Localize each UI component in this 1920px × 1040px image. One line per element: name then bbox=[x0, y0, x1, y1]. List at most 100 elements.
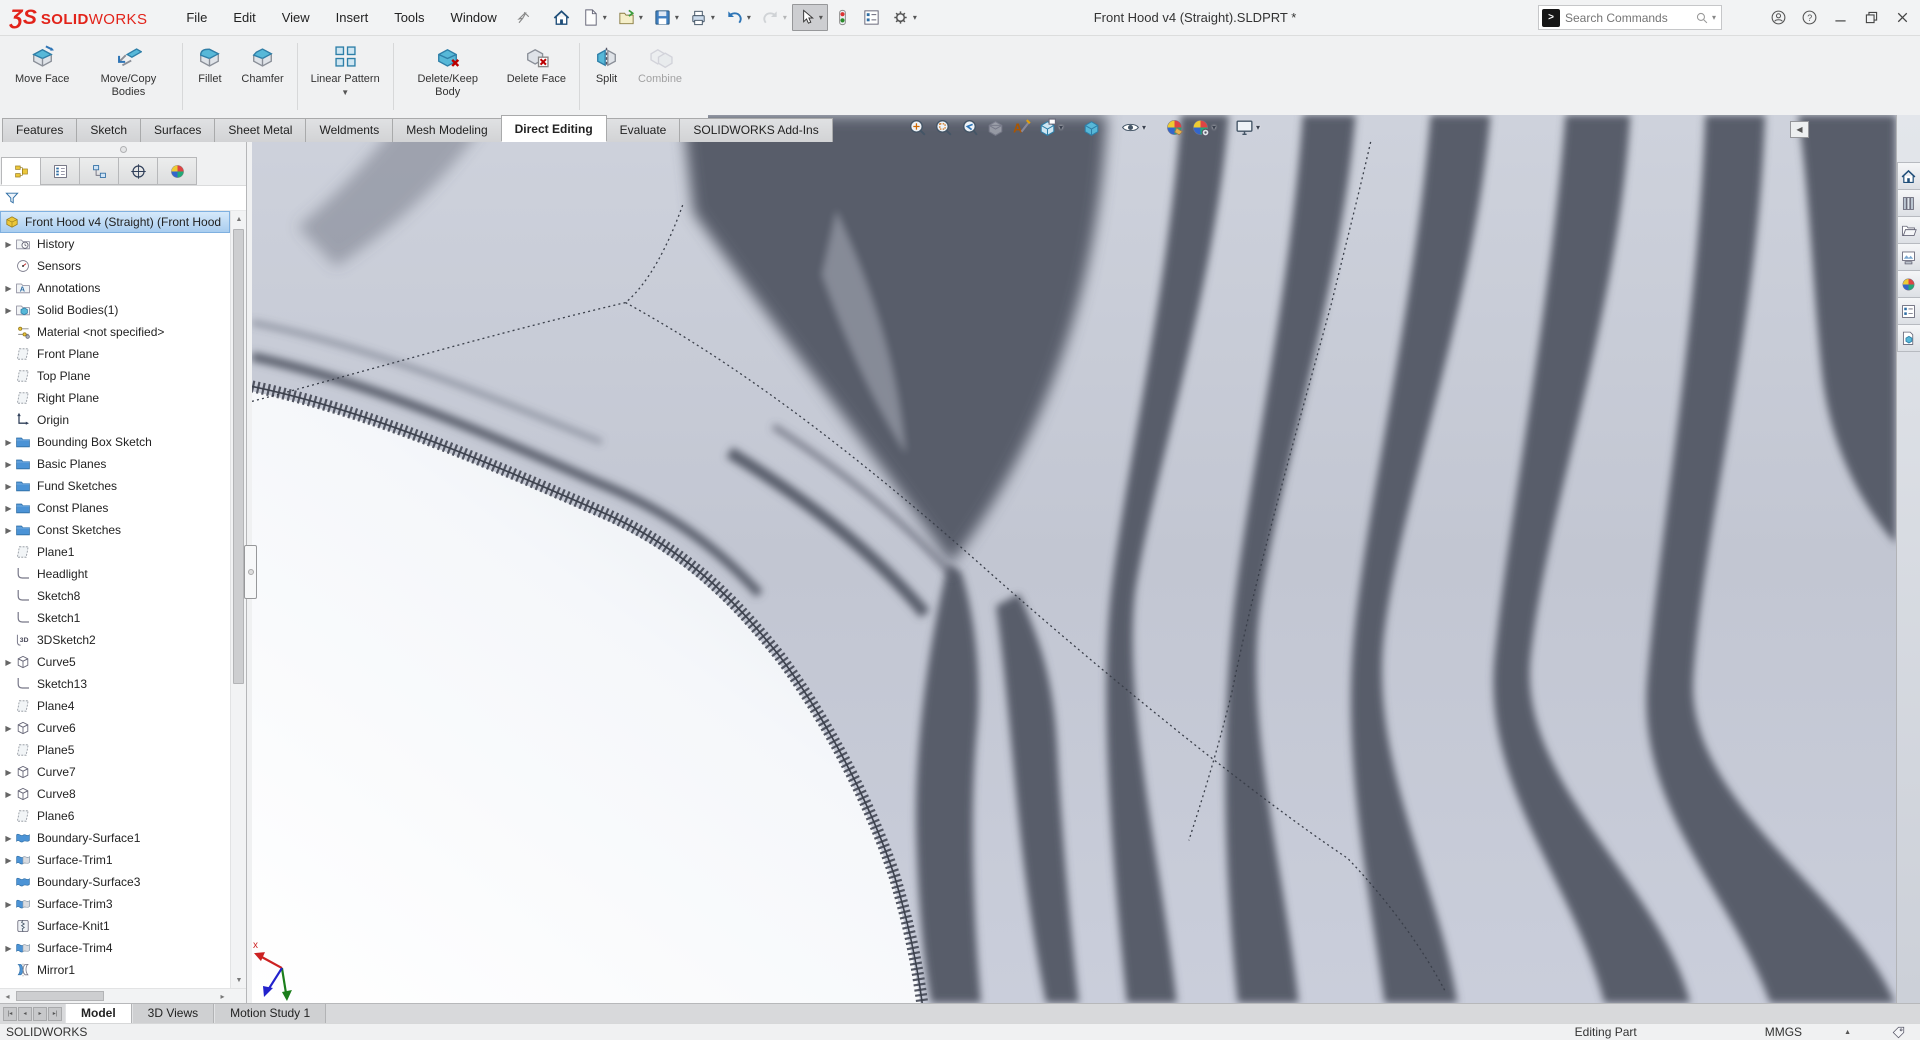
feature-tree-item[interactable]: ▶ Surface-Trim3 bbox=[0, 893, 230, 915]
ribbon-tool[interactable]: Fillet ▼ bbox=[187, 38, 232, 115]
expand-arrow-icon[interactable]: ▶ bbox=[2, 900, 15, 909]
view-orientation-button[interactable]: ▾ bbox=[1035, 116, 1065, 139]
dropdown-caret-icon[interactable]: ▾ bbox=[675, 13, 679, 22]
menu-item[interactable]: File bbox=[173, 1, 220, 35]
ribbon-tool[interactable]: Delete/Keep Body ▼ bbox=[398, 38, 498, 115]
feature-tree-item[interactable]: ▶ Basic Planes bbox=[0, 453, 230, 475]
account-button[interactable] bbox=[1763, 3, 1794, 33]
feature-tree-item[interactable]: ▶ Top Plane bbox=[0, 365, 230, 387]
section-view-button[interactable]: ▾ bbox=[983, 116, 1008, 139]
tags-icon[interactable] bbox=[1891, 1025, 1906, 1040]
expand-arrow-icon[interactable]: ▶ bbox=[2, 306, 15, 315]
feature-tree-item[interactable]: ▶ History bbox=[0, 233, 230, 255]
ribbon-tool[interactable]: Move/Copy Bodies ▼ bbox=[78, 38, 178, 115]
scroll-down-icon[interactable]: ▼ bbox=[231, 972, 246, 988]
feature-tree-item[interactable]: ▶ Fund Sketches bbox=[0, 475, 230, 497]
filter-funnel-icon[interactable] bbox=[4, 190, 20, 206]
command-tab[interactable]: Sketch bbox=[76, 118, 141, 142]
feature-tree-item[interactable]: ▶ Plane6 bbox=[0, 805, 230, 827]
expand-arrow-icon[interactable]: ▶ bbox=[2, 768, 15, 777]
configurationmanager-tab[interactable] bbox=[79, 157, 119, 185]
feature-tree-item[interactable]: ▶ Curve5 bbox=[0, 651, 230, 673]
expand-arrow-icon[interactable]: ▶ bbox=[2, 944, 15, 953]
dropdown-caret-icon[interactable]: ▾ bbox=[913, 13, 917, 22]
feature-tree-item[interactable]: ▶ Curve7 bbox=[0, 761, 230, 783]
command-tab[interactable]: Sheet Metal bbox=[214, 118, 306, 142]
file-explorer-button[interactable] bbox=[1897, 216, 1920, 244]
tab-nav-button[interactable]: ▸| bbox=[48, 1007, 62, 1021]
menu-item[interactable]: View bbox=[269, 1, 323, 35]
tree-vertical-scrollbar[interactable]: ▲ ▼ bbox=[230, 211, 246, 988]
feature-tree-item[interactable]: ▶ Origin bbox=[0, 409, 230, 431]
search-input[interactable] bbox=[1565, 11, 1694, 25]
dropdown-caret-icon[interactable]: ▾ bbox=[603, 13, 607, 22]
feature-tree-item[interactable]: ▶ Surface-Trim1 bbox=[0, 849, 230, 871]
close-button[interactable] bbox=[1887, 3, 1918, 33]
select-button[interactable]: ▾ bbox=[792, 4, 828, 31]
menu-item[interactable]: Insert bbox=[323, 1, 382, 35]
model-tab[interactable]: Motion Study 1 bbox=[214, 1004, 326, 1023]
feature-tree-item[interactable]: ▶ Const Planes bbox=[0, 497, 230, 519]
dropdown-caret-icon[interactable]: ▾ bbox=[1142, 123, 1146, 132]
scrollbar-thumb[interactable] bbox=[16, 991, 104, 1001]
feature-tree-item[interactable]: ▶ Front Plane bbox=[0, 343, 230, 365]
expand-arrow-icon[interactable]: ▶ bbox=[2, 724, 15, 733]
command-tab[interactable]: Direct Editing bbox=[501, 115, 607, 142]
save-button[interactable]: ▾ bbox=[648, 4, 684, 31]
feature-tree-root[interactable]: Front Hood v4 (Straight) (Front Hood bbox=[0, 211, 230, 233]
dropdown-caret-icon[interactable]: ▾ bbox=[639, 13, 643, 22]
apply-scene-button[interactable]: ▾ bbox=[1188, 116, 1218, 139]
feature-tree-item[interactable]: ▶ Surface-Trim4 bbox=[0, 937, 230, 959]
home-button[interactable]: ▾ bbox=[547, 4, 576, 31]
redo-button[interactable]: ▾ bbox=[756, 4, 792, 31]
design-library-button[interactable] bbox=[1897, 189, 1920, 217]
new-document-button[interactable]: ▾ bbox=[576, 4, 612, 31]
collapse-taskpane-button[interactable]: ◀ bbox=[1790, 121, 1809, 138]
rebuild-button[interactable]: ▾ bbox=[828, 4, 857, 31]
ribbon-tool[interactable]: Combine ▼ bbox=[629, 38, 691, 115]
expand-arrow-icon[interactable]: ▶ bbox=[2, 482, 15, 491]
expand-arrow-icon[interactable]: ▶ bbox=[2, 284, 15, 293]
scroll-up-icon[interactable]: ▲ bbox=[231, 211, 246, 227]
ribbon-tool[interactable]: Linear Pattern ▼ bbox=[302, 38, 389, 115]
menu-item[interactable]: Tools bbox=[381, 1, 437, 35]
feature-tree-item[interactable]: ▶ Sketch1 bbox=[0, 607, 230, 629]
dropdown-caret-icon[interactable]: ▾ bbox=[1212, 123, 1216, 132]
open-button[interactable]: ▾ bbox=[612, 4, 648, 31]
expand-arrow-icon[interactable]: ▶ bbox=[2, 856, 15, 865]
expand-arrow-icon[interactable]: ▶ bbox=[2, 460, 15, 469]
ribbon-tool[interactable]: Split ▼ bbox=[584, 38, 629, 115]
command-search[interactable]: > ▾ bbox=[1538, 5, 1722, 30]
command-tab[interactable]: SOLIDWORKS Add-Ins bbox=[679, 118, 832, 142]
search-icon[interactable] bbox=[1695, 11, 1709, 25]
propertymanager-tab[interactable] bbox=[40, 157, 80, 185]
feature-tree-item[interactable]: ▶ Curve6 bbox=[0, 717, 230, 739]
feature-tree-item[interactable]: ▶ Mirror1 bbox=[0, 959, 230, 981]
edit-appearance-button[interactable]: ▾ bbox=[1162, 116, 1187, 139]
solidworks-resources-button[interactable] bbox=[1897, 324, 1920, 352]
display-style-button[interactable]: ▾ bbox=[1079, 116, 1104, 139]
feature-tree-item[interactable]: ▶ Boundary-Surface3 bbox=[0, 871, 230, 893]
dropdown-caret-icon[interactable]: ▾ bbox=[747, 13, 751, 22]
scroll-right-icon[interactable]: ▸ bbox=[215, 989, 230, 1003]
taskpane-home-button[interactable] bbox=[1897, 162, 1920, 190]
model-view-zebra-stripes[interactable]: x bbox=[252, 115, 1896, 1003]
options-button[interactable]: ▾ bbox=[886, 4, 922, 31]
view-settings-button[interactable]: ▾ bbox=[1232, 116, 1262, 139]
dropdown-caret-icon[interactable]: ▼ bbox=[341, 88, 349, 97]
menu-item[interactable]: Window bbox=[438, 1, 510, 35]
dimxpertmanager-tab[interactable] bbox=[118, 157, 158, 185]
command-tab[interactable]: Mesh Modeling bbox=[392, 118, 501, 142]
restore-button[interactable] bbox=[1856, 3, 1887, 33]
feature-tree-item[interactable]: ▶ Annotations bbox=[0, 277, 230, 299]
expand-arrow-icon[interactable]: ▶ bbox=[2, 526, 15, 535]
units-caret-icon[interactable]: ▲ bbox=[1844, 1029, 1851, 1036]
expand-arrow-icon[interactable]: ▶ bbox=[2, 504, 15, 513]
panel-collapse-handle[interactable] bbox=[244, 545, 257, 599]
ribbon-tool[interactable]: Delete Face ▼ bbox=[498, 38, 575, 115]
view-palette-button[interactable] bbox=[1897, 243, 1920, 271]
previous-view-button[interactable]: ▾ bbox=[957, 116, 982, 139]
expand-arrow-icon[interactable]: ▶ bbox=[2, 240, 15, 249]
feature-tree-item[interactable]: ▶ Sensors bbox=[0, 255, 230, 277]
ribbon-tool[interactable]: Move Face ▼ bbox=[6, 38, 78, 115]
